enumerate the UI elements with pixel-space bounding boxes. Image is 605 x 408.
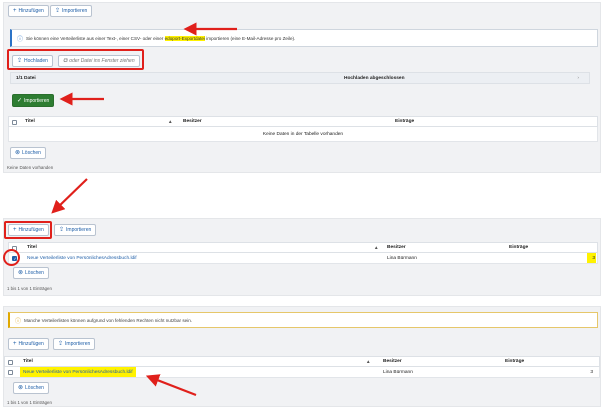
annotation-arrows xyxy=(51,22,237,397)
arrow-to-new-list xyxy=(145,374,197,397)
arrow-to-add xyxy=(51,178,88,214)
